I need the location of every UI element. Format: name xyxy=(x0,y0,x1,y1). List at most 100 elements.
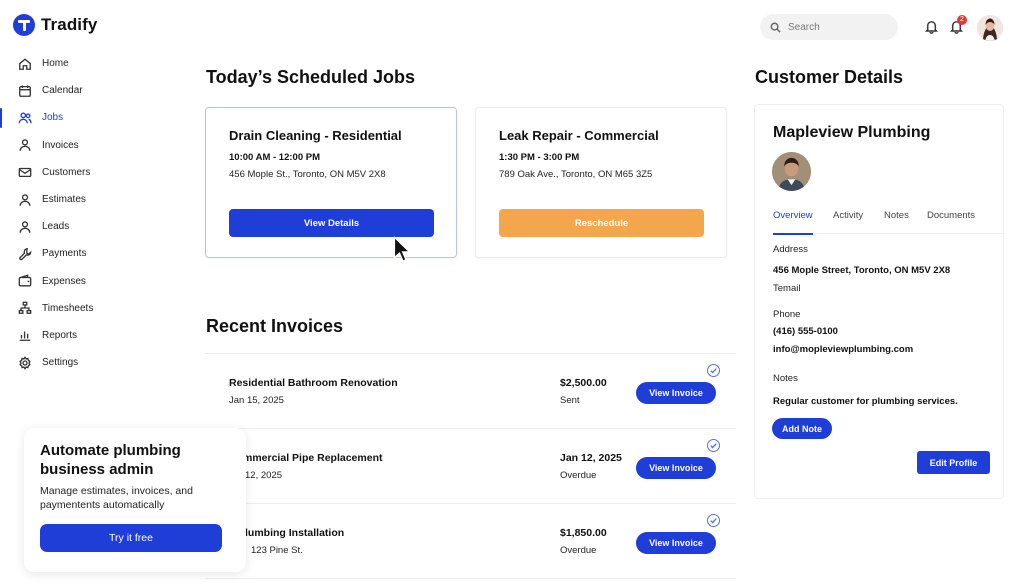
sidebar-item-label: Leads xyxy=(42,221,70,233)
person-icon xyxy=(18,138,32,152)
sidebar-item-calendar[interactable]: Calendar xyxy=(0,77,170,104)
person-icon xyxy=(18,193,32,207)
sidebar-item-label: Home xyxy=(42,58,69,70)
sidebar-item-label: Invoices xyxy=(42,139,79,151)
network-icon xyxy=(18,301,32,315)
sidebar-item-label: Timesheets xyxy=(42,302,94,314)
sidebar-item-settings[interactable]: Settings xyxy=(0,349,170,376)
phone-label: Phone xyxy=(773,309,801,320)
notification-badge: 2 xyxy=(957,15,967,25)
edit-profile-button[interactable]: Edit Profile xyxy=(917,451,990,474)
view-invoice-button[interactable]: View Invoice xyxy=(636,532,716,554)
check-circle-icon xyxy=(707,514,720,527)
promo-card: Automate plumbing business admin Manage … xyxy=(24,428,246,572)
search-icon xyxy=(770,22,781,33)
gear-icon xyxy=(18,355,32,370)
search-box[interactable] xyxy=(760,14,898,40)
invoice-date: 123 Pine St. xyxy=(251,545,303,556)
sidebar-item-leads[interactable]: Leads xyxy=(0,213,170,240)
mail-icon xyxy=(18,165,32,179)
customer-name: Mapleview Plumbing xyxy=(773,124,931,141)
person-icon xyxy=(18,220,32,234)
promo-title: Automate plumbing business admin xyxy=(40,442,181,478)
customer-tabs: Overview Activity Notes Documents xyxy=(773,210,1005,235)
search-input[interactable] xyxy=(788,21,888,33)
invoice-status: Overdue xyxy=(560,545,597,556)
customer-details-panel: Mapleview Plumbing Overview Activity Not… xyxy=(754,104,1005,499)
customer-phone: (416) 555-0100 xyxy=(773,326,838,337)
customer-address: 456 Mople Street, Toronto, ON M5V 2X8 xyxy=(773,265,951,276)
invoice-row[interactable]: Commercial Pipe Replacement 12, 2025 Jan… xyxy=(205,429,736,504)
notes-label: Notes xyxy=(773,373,798,384)
invoice-title: Commercial Pipe Replacement xyxy=(229,452,383,464)
sidebar-item-label: Payments xyxy=(42,248,87,260)
sidebar-item-label: Expenses xyxy=(42,275,86,287)
tradify-logo-icon xyxy=(13,14,35,36)
chart-icon xyxy=(18,328,32,342)
sidebar-item-home[interactable]: Home xyxy=(0,50,170,77)
tab-documents[interactable]: Documents xyxy=(927,210,975,234)
users-icon xyxy=(18,111,32,125)
job-card-drain-cleaning[interactable]: Drain Cleaning - Residential 10:00 AM - … xyxy=(205,107,457,258)
scheduled-jobs-title: Today’s Scheduled Jobs xyxy=(206,67,416,87)
check-circle-icon xyxy=(707,364,720,377)
invoice-status: Sent xyxy=(560,395,580,406)
sidebar-item-label: Estimates xyxy=(42,194,86,206)
reschedule-button[interactable]: Reschedule xyxy=(499,209,704,237)
add-note-button[interactable]: Add Note xyxy=(772,418,832,439)
customer-avatar xyxy=(772,152,811,191)
job-card-leak-repair[interactable]: Leak Repair - Commercial 1:30 PM - 3:00 … xyxy=(475,107,727,258)
sidebar-item-timesheets[interactable]: Timesheets xyxy=(0,295,170,322)
job-title: Drain Cleaning - Residential xyxy=(229,128,402,143)
promo-description: Manage estimates, invoices, and paymente… xyxy=(40,485,193,511)
invoice-amount: Jan 12, 2025 xyxy=(560,452,622,464)
address-label: Address xyxy=(773,244,808,255)
job-address: 789 Oak Ave., Toronto, ON M65 3Z5 xyxy=(499,169,653,180)
calendar-icon xyxy=(18,84,32,98)
invoice-row[interactable]: lumbing Installation 123 Pine St. $1,850… xyxy=(205,504,736,579)
sidebar-item-label: Settings xyxy=(42,357,79,369)
user-avatar[interactable] xyxy=(977,15,1003,41)
view-details-button[interactable]: View Details xyxy=(229,209,434,237)
job-address: 456 Mople St., Toronto, ON M5V 2X8 xyxy=(229,169,386,180)
sidebar-item-jobs[interactable]: Jobs xyxy=(0,104,170,131)
sidebar-item-label: Reports xyxy=(42,329,78,341)
invoice-row[interactable]: Residential Bathroom Renovation Jan 15, … xyxy=(205,354,736,429)
wrench-icon xyxy=(18,247,32,261)
sidebar-item-invoices[interactable]: Invoices xyxy=(0,132,170,159)
customer-details-title: Customer Details xyxy=(755,67,904,87)
sidebar-item-payments[interactable]: Payments xyxy=(0,240,170,267)
sidebar-item-label: Customers xyxy=(42,166,91,178)
invoice-status: Overdue xyxy=(560,470,597,481)
sidebar-item-reports[interactable]: Reports xyxy=(0,322,170,349)
sidebar-item-estimates[interactable]: Estimates xyxy=(0,186,170,213)
home-icon xyxy=(18,57,32,71)
check-circle-icon xyxy=(707,439,720,452)
invoice-amount: $2,500.00 xyxy=(560,377,607,389)
tab-activity[interactable]: Activity xyxy=(833,210,863,234)
job-title: Leak Repair - Commercial xyxy=(499,128,659,143)
mouse-cursor-icon xyxy=(393,236,411,262)
job-time: 10:00 AM - 12:00 PM xyxy=(229,152,320,163)
invoices-list: Residential Bathroom Renovation Jan 15, … xyxy=(205,353,736,585)
view-invoice-button[interactable]: View Invoice xyxy=(636,382,716,404)
invoice-amount: $1,850.00 xyxy=(560,527,607,539)
tab-overview[interactable]: Overview xyxy=(773,210,813,235)
bell-icon[interactable] xyxy=(924,19,939,34)
invoice-title: lumbing Installation xyxy=(245,527,345,539)
customer-email: info@mopleviewplumbing.com xyxy=(773,344,914,355)
sidebar-item-label: Calendar xyxy=(42,85,83,97)
customer-notes: Regular customer for plumbing services. xyxy=(773,396,958,407)
job-time: 1:30 PM - 3:00 PM xyxy=(499,152,580,163)
try-it-free-button[interactable]: Try it free xyxy=(40,524,222,552)
app-logo[interactable]: Tradify xyxy=(13,14,97,36)
sidebar-item-customers[interactable]: Customers xyxy=(0,159,170,186)
tab-notes[interactable]: Notes xyxy=(884,210,909,234)
wallet-icon xyxy=(18,274,32,288)
app-name: Tradify xyxy=(41,15,98,34)
invoice-title: Residential Bathroom Renovation xyxy=(229,377,398,389)
sidebar-nav: Home Calendar Jobs Invoices Customers Es… xyxy=(0,50,170,376)
view-invoice-button[interactable]: View Invoice xyxy=(636,457,716,479)
sidebar-item-expenses[interactable]: Expenses xyxy=(0,268,170,295)
invoice-date: 12, 2025 xyxy=(245,470,282,481)
